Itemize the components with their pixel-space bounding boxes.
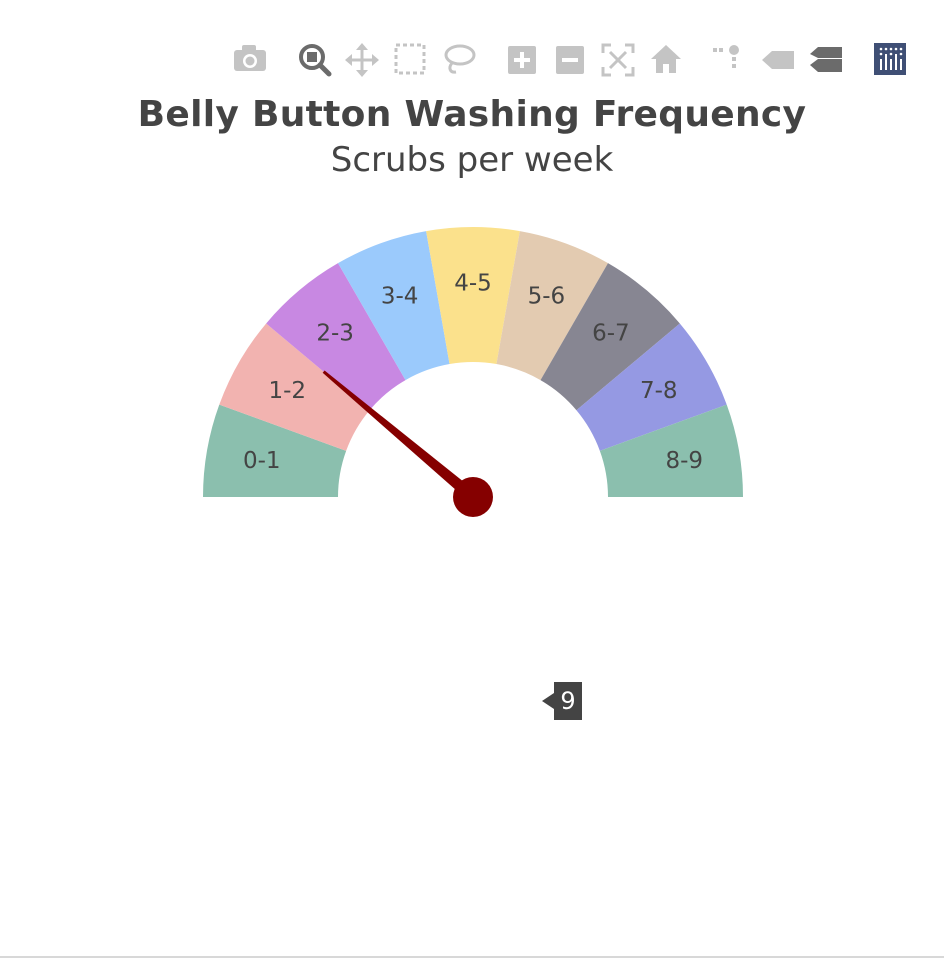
hover-label-pointer — [542, 693, 554, 709]
gauge-segment-label: 2-3 — [316, 321, 354, 347]
gauge-segment-label: 1-2 — [268, 378, 306, 404]
gauge-chart: 0-1 1-2 2-3 3-4 4-5 5-6 6-7 7-8 8-9 — [203, 227, 743, 517]
gauge-segment-label: 8-9 — [665, 448, 703, 474]
gauge-segment-label: 6-7 — [592, 321, 630, 347]
gauge-segment-label: 3-4 — [381, 283, 419, 309]
gauge-segment-label: 4-5 — [454, 271, 492, 297]
gauge-segment-label: 0-1 — [243, 448, 281, 474]
gauge-needle-hub — [453, 477, 493, 517]
gauge-segment-label: 7-8 — [640, 378, 678, 404]
bottom-divider — [0, 956, 944, 958]
hover-label-value: 9 — [554, 682, 582, 720]
gauge-segment-label: 5-6 — [528, 283, 566, 309]
